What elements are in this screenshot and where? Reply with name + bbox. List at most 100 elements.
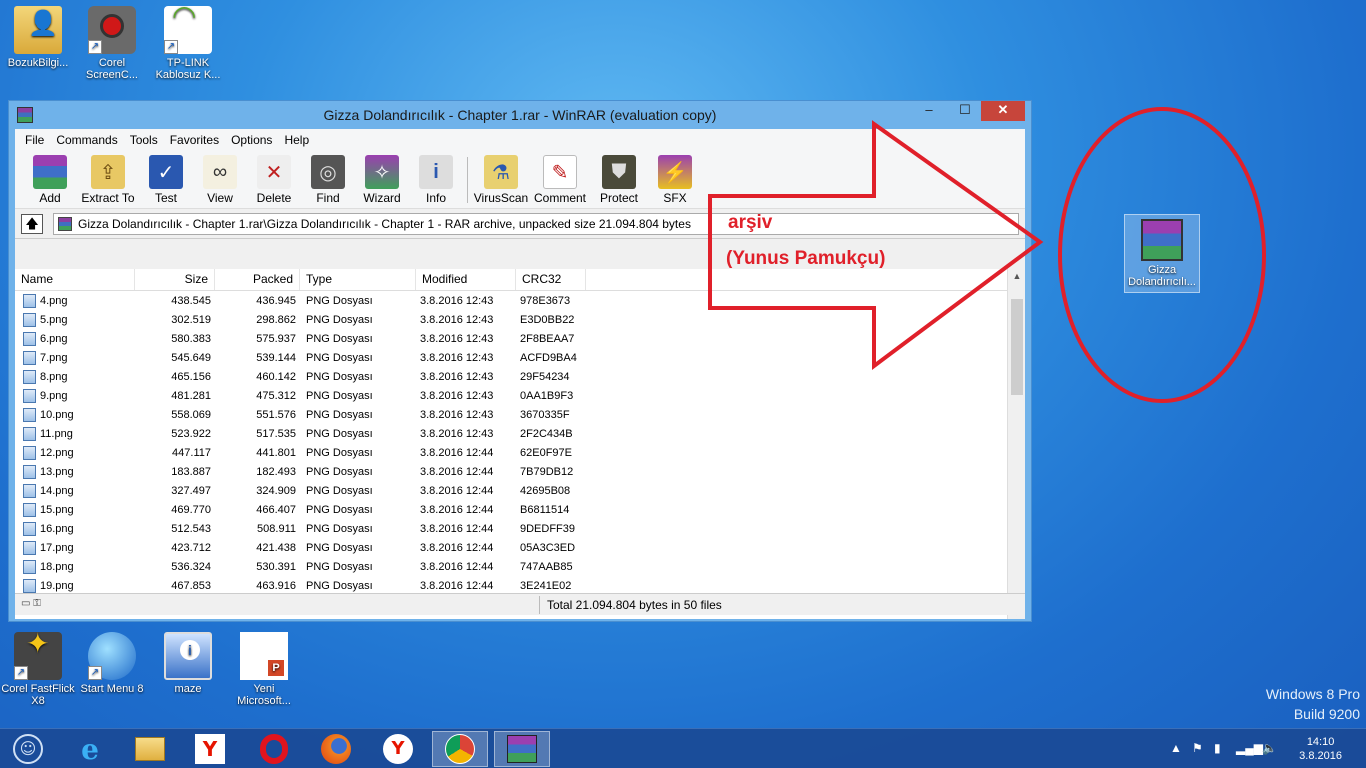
windows-orb-icon: ↗ bbox=[88, 632, 136, 680]
cell-modified: 3.8.2016 12:44 bbox=[420, 522, 494, 535]
table-row[interactable]: 16.png 512.543 508.911 PNG Dosyası 3.8.2016 … bbox=[15, 519, 1007, 538]
desktop-icon-corel-fastflick[interactable]: ✦ ↗ Corel FastFlick X8 bbox=[0, 630, 76, 708]
cell-crc: 0AA1B9F3 bbox=[520, 389, 574, 402]
taskbar-explorer[interactable] bbox=[122, 731, 178, 767]
table-row[interactable]: 6.png 580.383 575.937 PNG Dosyası 3.8.2016 1… bbox=[15, 329, 1007, 348]
sfx-button[interactable]: ⚡ SFX bbox=[648, 151, 702, 205]
battery-icon[interactable]: ▮ bbox=[1214, 741, 1221, 755]
drive-key-icon[interactable]: ▭ ⚿ bbox=[21, 598, 57, 610]
taskbar-user[interactable]: ☺ bbox=[0, 731, 56, 767]
cell-name: 13.png bbox=[15, 464, 135, 479]
maximize-button[interactable]: ☐ bbox=[951, 101, 979, 121]
desktop-icon-bozukbilgi[interactable]: 👤 BozukBilgi... bbox=[0, 6, 76, 69]
cell-modified: 3.8.2016 12:44 bbox=[420, 541, 494, 554]
cell-size: 447.117 bbox=[172, 446, 211, 459]
wizard-button[interactable]: ✧ Wizard bbox=[355, 151, 409, 205]
virusscan-button[interactable]: ⚗ VirusScan bbox=[472, 151, 530, 205]
path-field[interactable]: Gizza Dolandırıcılık - Chapter 1.rar\Giz… bbox=[53, 212, 1019, 235]
menu-help[interactable]: Help bbox=[278, 133, 315, 147]
cell-size: 467.853 bbox=[171, 579, 211, 592]
wizard-icon: ✧ bbox=[365, 155, 399, 189]
table-row[interactable]: 10.png 558.069 551.576 PNG Dosyası 3.8.2016 … bbox=[15, 405, 1007, 424]
window-title: Gizza Dolandırıcılık - Chapter 1.rar - W… bbox=[323, 107, 717, 123]
taskbar-chrome[interactable] bbox=[432, 731, 488, 767]
menu-tools[interactable]: Tools bbox=[124, 133, 164, 147]
clock[interactable]: 14:10 3.8.2016 bbox=[1299, 735, 1342, 763]
cell-type: PNG Dosyası bbox=[306, 446, 373, 459]
taskbar-ie[interactable]: e bbox=[62, 731, 118, 767]
table-row[interactable]: 14.png 327.497 324.909 PNG Dosyası 3.8.2016 … bbox=[15, 481, 1007, 500]
cell-size: 183.887 bbox=[171, 465, 211, 478]
file-list[interactable]: Name Size Packed Type Modified CRC32 4.p… bbox=[15, 269, 1025, 619]
table-row[interactable]: 8.png 465.156 460.142 PNG Dosyası 3.8.2016 1… bbox=[15, 367, 1007, 386]
taskbar-winrar[interactable] bbox=[494, 731, 550, 767]
cell-modified: 3.8.2016 12:43 bbox=[420, 351, 494, 364]
taskbar-yandex[interactable]: Y bbox=[182, 731, 238, 767]
delete-button[interactable]: ✕ Delete bbox=[247, 151, 301, 205]
desktop-icon-start-menu-8[interactable]: ↗ Start Menu 8 bbox=[74, 632, 150, 695]
col-header-name[interactable]: Name bbox=[15, 269, 135, 290]
col-header-crc[interactable]: CRC32 bbox=[516, 269, 586, 290]
menu-favorites[interactable]: Favorites bbox=[164, 133, 225, 147]
desktop-icon-yeni-microsoft[interactable]: P Yeni Microsoft... bbox=[226, 632, 302, 707]
shield-icon: ⛊ bbox=[602, 155, 636, 189]
table-row[interactable]: 12.png 447.117 441.801 PNG Dosyası 3.8.2016 … bbox=[15, 443, 1007, 462]
menu-file[interactable]: File bbox=[19, 133, 50, 147]
desktop-icon-tplink[interactable]: ◠ ↗ TP-LINK Kablosuz K... bbox=[150, 2, 226, 82]
vertical-scrollbar[interactable]: ▲ ▼ bbox=[1007, 269, 1025, 619]
menu-options[interactable]: Options bbox=[225, 133, 278, 147]
menu-commands[interactable]: Commands bbox=[50, 133, 123, 147]
table-row[interactable]: 18.png 536.324 530.391 PNG Dosyası 3.8.2016 … bbox=[15, 557, 1007, 576]
table-row[interactable]: 17.png 423.712 421.438 PNG Dosyası 3.8.2016 … bbox=[15, 538, 1007, 557]
col-header-modified[interactable]: Modified bbox=[416, 269, 516, 290]
cell-modified: 3.8.2016 12:43 bbox=[420, 313, 494, 326]
winrar-window[interactable]: Gizza Dolandırıcılık - Chapter 1.rar - W… bbox=[8, 100, 1032, 622]
table-row[interactable]: 4.png 438.545 436.945 PNG Dosyası 3.8.2016 1… bbox=[15, 291, 1007, 310]
table-row[interactable]: 5.png 302.519 298.862 PNG Dosyası 3.8.2016 1… bbox=[15, 310, 1007, 329]
desktop-icon-maze[interactable]: i maze bbox=[150, 632, 226, 695]
archive-icon bbox=[58, 216, 72, 231]
find-button[interactable]: ◎ Find bbox=[301, 151, 355, 205]
up-folder-button[interactable]: 🡅 bbox=[21, 213, 43, 234]
png-file-icon bbox=[23, 407, 36, 422]
taskbar-yandex-browser[interactable]: Y bbox=[370, 731, 426, 767]
volume-icon[interactable]: 🔈 bbox=[1262, 741, 1277, 755]
cell-name: 11.png bbox=[15, 426, 135, 441]
cell-type: PNG Dosyası bbox=[306, 427, 373, 440]
add-button[interactable]: Add bbox=[23, 151, 77, 205]
check-icon: ✓ bbox=[149, 155, 183, 189]
table-row[interactable]: 7.png 545.649 539.144 PNG Dosyası 3.8.2016 1… bbox=[15, 348, 1007, 367]
view-button[interactable]: ∞ View bbox=[193, 151, 247, 205]
signal-icon[interactable]: ▂▄▆ bbox=[1236, 741, 1263, 755]
network-error-icon[interactable]: ⚑ bbox=[1192, 741, 1203, 755]
protect-button[interactable]: ⛊ Protect bbox=[590, 151, 648, 205]
info-button[interactable]: i Info bbox=[409, 151, 463, 205]
col-header-size[interactable]: Size bbox=[135, 269, 215, 290]
cell-size: 423.712 bbox=[171, 541, 211, 554]
close-button[interactable]: ✕ bbox=[981, 101, 1025, 121]
extract-to-button[interactable]: ⇪ Extract To bbox=[77, 151, 139, 205]
cell-name: 7.png bbox=[15, 350, 135, 365]
table-row[interactable]: 9.png 481.281 475.312 PNG Dosyası 3.8.2016 1… bbox=[15, 386, 1007, 405]
desktop-icon-archive[interactable]: Gizza Dolandırıcılı... bbox=[1124, 214, 1200, 293]
table-row[interactable]: 15.png 469.770 466.407 PNG Dosyası 3.8.2016 … bbox=[15, 500, 1007, 519]
minimize-button[interactable]: – bbox=[915, 101, 943, 121]
scroll-up-icon[interactable]: ▲ bbox=[1008, 271, 1025, 281]
taskbar-firefox[interactable] bbox=[308, 731, 364, 767]
comment-button[interactable]: ✎ Comment bbox=[530, 151, 590, 205]
taskbar-opera[interactable] bbox=[246, 731, 302, 767]
system-tray: ▲ ⚑ ▮ ▂▄▆ 🔈 14:10 3.8.2016 bbox=[1166, 729, 1366, 768]
table-row[interactable]: 11.png 523.922 517.535 PNG Dosyası 3.8.2016 … bbox=[15, 424, 1007, 443]
test-button[interactable]: ✓ Test bbox=[139, 151, 193, 205]
tray-expand-icon[interactable]: ▲ bbox=[1170, 741, 1182, 755]
col-header-type[interactable]: Type bbox=[300, 269, 416, 290]
desktop-icon-corel-screencap[interactable]: ↗ Corel ScreenC... bbox=[74, 6, 150, 81]
title-bar[interactable]: Gizza Dolandırıcılık - Chapter 1.rar - W… bbox=[9, 101, 1031, 129]
table-row[interactable]: 13.png 183.887 182.493 PNG Dosyası 3.8.2016 … bbox=[15, 462, 1007, 481]
opera-icon bbox=[260, 734, 288, 764]
col-header-packed[interactable]: Packed bbox=[215, 269, 300, 290]
winrar-icon bbox=[507, 735, 537, 763]
scroll-thumb[interactable] bbox=[1011, 299, 1023, 395]
cell-size: 512.543 bbox=[171, 522, 211, 535]
png-file-icon bbox=[23, 293, 36, 308]
